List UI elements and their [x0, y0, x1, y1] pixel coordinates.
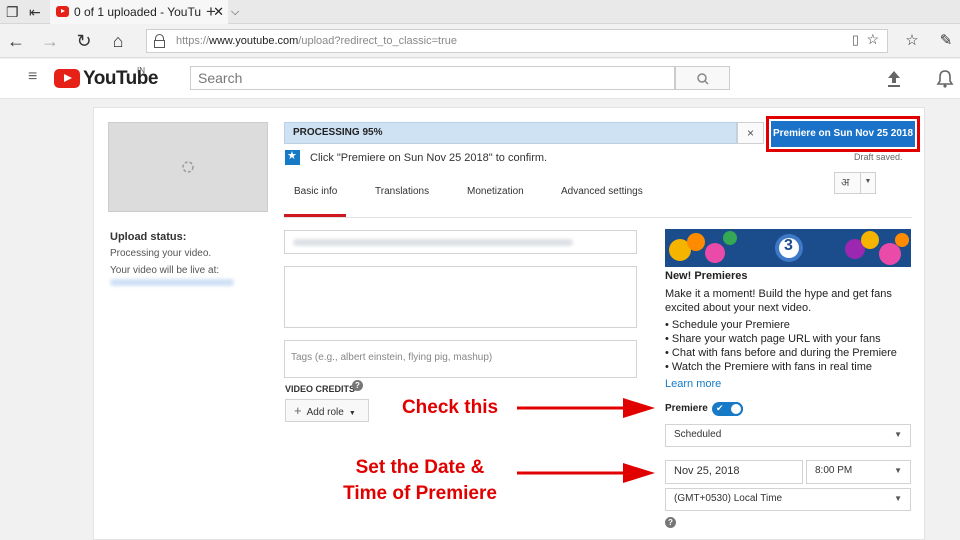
title-input[interactable]: [284, 230, 637, 254]
help-question-icon[interactable]: ?: [352, 380, 363, 391]
youtube-logo-icon[interactable]: [54, 69, 80, 88]
search-input[interactable]: Search: [190, 66, 675, 90]
forward-icon[interactable]: →: [38, 29, 62, 53]
dropdown-caret-icon: ▼: [894, 430, 902, 439]
date-input[interactable]: Nov 25, 2018: [665, 460, 803, 484]
refresh-icon[interactable]: ↻: [72, 29, 96, 53]
tab-divider: [284, 217, 912, 218]
tab-basic-info[interactable]: Basic info: [294, 186, 337, 197]
reading-view-icon[interactable]: ▯: [852, 32, 859, 48]
annotation-set-date-line2: Time of Premiere: [343, 483, 497, 504]
notifications-bell-icon[interactable]: [935, 69, 955, 89]
title-blurred-text: [293, 239, 573, 246]
processing-progress-bar: PROCESSING 95%: [284, 122, 737, 144]
premiere-toggle[interactable]: ✔: [712, 402, 743, 416]
premiere-toggle-label: Premiere: [665, 403, 708, 414]
loading-spinner-icon: [182, 161, 194, 173]
list-item: • Schedule your Premiere: [665, 319, 790, 331]
premieres-feature-list: • Schedule your Premiere • Share your wa…: [665, 318, 897, 374]
annotation-set-date-line1: Set the Date &: [355, 457, 485, 478]
learn-more-link[interactable]: Learn more: [665, 378, 721, 390]
search-icon: [697, 73, 709, 85]
cancel-upload-button[interactable]: ×: [737, 122, 764, 144]
list-item: • Share your watch page URL with your fa…: [665, 333, 881, 345]
help-question-icon[interactable]: ?: [665, 517, 676, 528]
browser-tab[interactable]: 0 of 1 uploaded - YouTu ✕: [50, 0, 228, 24]
live-at-label: Your video will be live at:: [110, 265, 220, 276]
region-code: IN: [137, 66, 145, 75]
back-icon[interactable]: ←: [4, 29, 28, 53]
plus-icon: +: [294, 403, 302, 418]
annotation-arrow-premiere: [517, 398, 655, 418]
premieres-banner: 3: [665, 229, 911, 267]
dropdown-caret-icon: ▼: [894, 466, 902, 475]
browser-tab-bar: ❐ ⇤ 0 of 1 uploaded - YouTu ✕ + ⌵: [0, 0, 960, 24]
tab-manager-icon[interactable]: ❐: [6, 0, 19, 24]
url-text: https://www.youtube.com/upload?redirect_…: [176, 35, 457, 47]
list-item: • Watch the Premiere with fans in real t…: [665, 361, 873, 373]
upload-icon[interactable]: [884, 69, 904, 89]
checkmark-icon: ✔: [716, 403, 724, 413]
upload-status-title: Upload status:: [110, 231, 187, 243]
language-select[interactable]: अ ▼: [834, 172, 876, 194]
time-select[interactable]: 8:00 PM ▼: [806, 460, 911, 484]
tab-title: 0 of 1 uploaded - YouTu: [74, 5, 201, 19]
youtube-favicon-icon: [56, 6, 69, 17]
tags-input[interactable]: Tags (e.g., albert einstein, flying pig,…: [284, 340, 637, 378]
star-icon: [285, 149, 300, 165]
timezone-select[interactable]: (GMT+0530) Local Time ▼: [665, 488, 911, 511]
home-icon[interactable]: ⌂: [106, 29, 130, 53]
upload-status-text: Processing your video.: [110, 248, 212, 259]
confirm-hint: Click "Premiere on Sun Nov 25 2018" to c…: [310, 152, 548, 164]
video-url-blurred[interactable]: [110, 279, 234, 286]
draft-saved-status: Draft saved.: [854, 152, 903, 162]
youtube-header: ≡ YouTube IN Search: [0, 59, 960, 99]
countdown-number: 3: [784, 237, 793, 254]
dropdown-caret-icon: ▼: [348, 410, 356, 417]
address-toolbar: ← → ↻ ⌂ https://www.youtube.com/upload?r…: [0, 25, 960, 58]
premieres-description: Make it a moment! Build the hype and get…: [665, 288, 892, 314]
search-button[interactable]: [675, 66, 730, 90]
annotation-arrow-date: [517, 463, 655, 483]
annotation-check-this: Check this: [401, 397, 499, 418]
video-credits-label: VIDEO CREDITS: [285, 384, 356, 394]
tab-translations[interactable]: Translations: [375, 186, 429, 197]
tab-monetization[interactable]: Monetization: [467, 186, 524, 197]
processing-label: PROCESSING 95%: [293, 127, 383, 138]
set-tabs-aside-icon[interactable]: ⇤: [29, 0, 41, 24]
video-thumbnail: [108, 122, 268, 212]
favorite-star-icon[interactable]: ☆: [866, 31, 879, 48]
guide-menu-icon[interactable]: ≡: [28, 68, 37, 86]
premieres-title: New! Premieres: [665, 270, 748, 282]
favorites-hub-icon[interactable]: ☆: [900, 29, 924, 53]
visibility-select[interactable]: Scheduled ▼: [665, 424, 911, 447]
new-tab-button[interactable]: +: [206, 0, 216, 24]
premiere-publish-button[interactable]: Premiere on Sun Nov 25 2018: [771, 121, 915, 147]
tab-menu-chevron-icon[interactable]: ⌵: [231, 0, 239, 24]
youtube-logo-text[interactable]: YouTube: [83, 68, 158, 90]
add-role-button[interactable]: + Add role ▼: [285, 399, 369, 422]
language-dropdown-icon: ▼: [860, 172, 875, 194]
web-note-icon[interactable]: ✎: [934, 29, 958, 53]
tab-advanced-settings[interactable]: Advanced settings: [561, 186, 643, 197]
url-bar[interactable]: https://www.youtube.com/upload?redirect_…: [146, 29, 888, 53]
description-textarea[interactable]: [284, 266, 637, 328]
list-item: • Chat with fans before and during the P…: [665, 347, 897, 359]
dropdown-caret-icon: ▼: [894, 494, 902, 503]
